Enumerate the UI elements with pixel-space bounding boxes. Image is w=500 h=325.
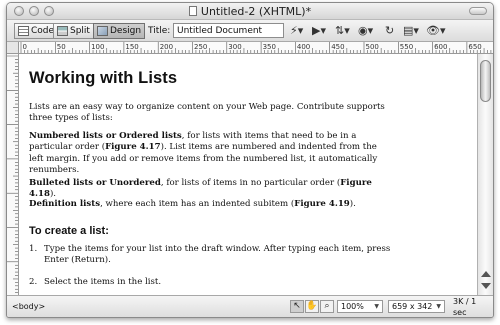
design-view-icon <box>97 26 108 36</box>
horizontal-ruler: 0 50 100 150 200 250 300 350 400 450 500 550 600 650 <box>7 42 493 54</box>
document-window: Untitled-2 (XHTML)* Code Split Design Ti… <box>6 2 494 318</box>
ruler-label: 300 <box>228 43 241 51</box>
design-view-content[interactable]: Working with Lists Lists are an easy way… <box>19 54 479 297</box>
ruler-label: 100 <box>91 43 104 51</box>
horizontal-ruler-ticks: 0 50 100 150 200 250 300 350 400 450 500 550 600 650 <box>20 42 492 53</box>
window-title-wrap: Untitled-2 (XHTML)* <box>7 5 493 18</box>
ruler-label: 150 <box>125 43 138 51</box>
intro-paragraph: Lists are an easy way to organize conten… <box>29 102 385 124</box>
ruler-label: 50 <box>57 43 66 51</box>
title-label: Title: <box>148 26 171 36</box>
window-size-dropdown-icon: ▼ <box>436 303 441 310</box>
definition-lists-term: Definition lists <box>29 199 101 209</box>
numbered-lists-term: Numbered lists or Ordered lists <box>29 131 182 141</box>
subheading: To create a list: <box>29 225 109 237</box>
window-size-value: 659 x 342 <box>392 302 433 311</box>
step-text: Type the items for your list into the dr… <box>44 244 391 266</box>
hand-tool-icon[interactable]: ✋ <box>305 300 319 313</box>
code-view-button[interactable]: Code <box>14 23 59 39</box>
ruler-label: 550 <box>400 43 413 51</box>
step-text: Select the items in the list. <box>44 277 162 287</box>
ruler-label: 450 <box>331 43 344 51</box>
bulleted-lists-term: Bulleted lists or Unordered <box>29 178 161 188</box>
zoom-dropdown-icon: ▼ <box>374 303 379 310</box>
vertical-scrollbar[interactable] <box>477 54 493 297</box>
page-heading: Working with Lists <box>29 69 178 87</box>
refresh-design-icon[interactable]: ⇅▾ <box>335 24 350 38</box>
ruler-label: 0 <box>23 43 27 51</box>
page-title-input[interactable] <box>173 23 284 38</box>
document-toolbar: Code Split Design Title: ⚡▾ ▶▾ ⇅▾ ◉▾ ↻ ▤… <box>7 20 493 42</box>
step-number: 2. <box>29 277 38 287</box>
title-bar: Untitled-2 (XHTML)* <box>7 3 493 20</box>
toolbar-toggle-button[interactable] <box>469 7 487 15</box>
window-size-select[interactable]: 659 x 342 ▼ <box>388 300 445 313</box>
pointer-tool-icon[interactable]: ↖ <box>290 300 304 313</box>
scroll-up-arrow[interactable] <box>481 271 491 277</box>
bulleted-lists-paragraph: Bulleted lists or Unordered, for lists o… <box>29 178 394 201</box>
definition-lists-text: , where each item has an indented subite… <box>100 199 295 209</box>
figure-4-17-ref: Figure 4.17 <box>105 142 161 153</box>
ruler-label: 500 <box>366 43 379 51</box>
design-view-label: Design <box>110 26 142 36</box>
split-view-label: Split <box>70 26 90 36</box>
bulleted-lists-text: , for lists of items in no particular or… <box>160 178 341 188</box>
file-management-icon[interactable]: ⚡▾ <box>290 24 303 38</box>
definition-lists-end: ). <box>349 199 356 209</box>
visual-aids-icon[interactable]: 👁▾ <box>426 24 446 38</box>
scrollbar-thumb[interactable] <box>480 60 491 102</box>
vertical-ruler-ticks <box>7 55 18 293</box>
ruler-label: 600 <box>434 43 447 51</box>
ruler-label: 650 <box>468 43 481 51</box>
status-tools: ↖ ✋ ⌕ <box>290 300 334 313</box>
tag-selector[interactable]: <body> <box>12 302 45 311</box>
scroll-down-arrow[interactable] <box>481 283 491 289</box>
ruler-label: 250 <box>194 43 207 51</box>
ruler-label: 200 <box>160 43 173 51</box>
zoom-select[interactable]: 100% ▼ <box>337 300 383 313</box>
view-options-icon[interactable]: ▤▾ <box>403 24 419 38</box>
figure-4-19-ref: Figure 4.19 <box>294 199 350 209</box>
download-time: 3K / 1 sec <box>453 296 477 317</box>
split-view-icon <box>57 26 68 36</box>
split-view-button[interactable]: Split <box>53 23 94 39</box>
code-view-label: Code <box>31 26 55 36</box>
ruler-label: 350 <box>263 43 276 51</box>
code-view-icon <box>18 26 29 36</box>
ruler-label: 400 <box>297 43 310 51</box>
definition-lists-paragraph: Definition lists, where each item has an… <box>29 199 394 210</box>
window-title: Untitled-2 (XHTML)* <box>200 5 312 18</box>
zoom-tool-icon[interactable]: ⌕ <box>320 300 334 313</box>
bulleted-lists-end: ). <box>49 189 57 200</box>
vertical-ruler <box>7 54 19 297</box>
preview-in-browser-icon[interactable]: ▶▾ <box>312 24 326 38</box>
design-view-button[interactable]: Design <box>93 23 146 39</box>
status-bar: <body> ↖ ✋ ⌕ 100% ▼ 659 x 342 ▼ 3K / 1 sec <box>7 295 493 317</box>
step-number: 1. <box>29 244 38 254</box>
zoom-value: 100% <box>341 302 364 311</box>
debug-icon[interactable]: ◉▾ <box>358 24 373 38</box>
document-icon <box>188 6 197 16</box>
numbered-lists-paragraph: Numbered lists or Ordered lists, for lis… <box>29 131 394 176</box>
refresh-icon[interactable]: ↻ <box>385 24 394 38</box>
